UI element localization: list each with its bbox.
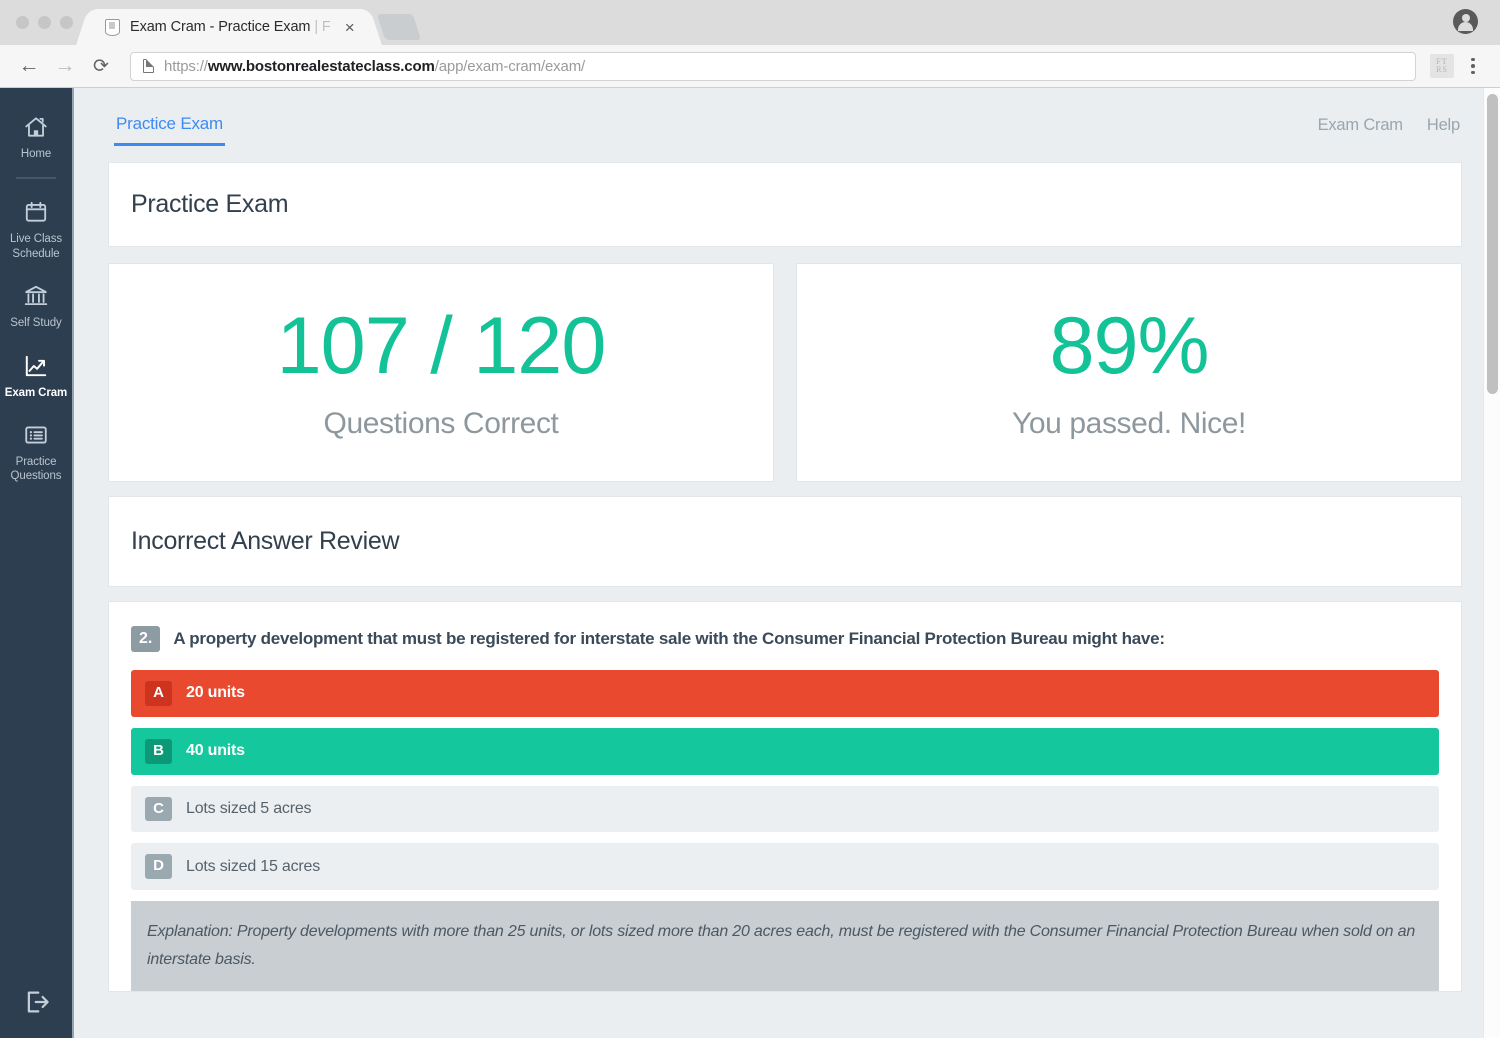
page-scrollbar[interactable] [1483, 88, 1500, 1038]
maximize-window-button[interactable] [60, 16, 73, 29]
answer-option-c[interactable]: C Lots sized 5 acres [131, 785, 1439, 833]
sidebar-item-label: Exam Cram [4, 386, 68, 399]
sidebar-item-exam-cram[interactable]: Exam Cram [0, 341, 73, 410]
nav-link-help[interactable]: Help [1427, 116, 1460, 135]
window-traffic-lights [16, 16, 73, 45]
scrollbar-thumb[interactable] [1487, 94, 1498, 394]
app-sidebar: Home Live Class Schedule Self Study Exam… [0, 88, 74, 1038]
stat-value: 107 / 120 [276, 301, 607, 391]
question-text: A property development that must be regi… [173, 629, 1165, 648]
chart-up-icon [23, 353, 49, 379]
browser-toolbar: ← → ⟳ https://www.bostonrealestateclass.… [0, 45, 1500, 88]
logout-button[interactable] [0, 987, 74, 1022]
page-title: Practice Exam [131, 190, 289, 218]
stat-card-score-percent: 89% You passed. Nice! [796, 263, 1462, 482]
browser-tab-title: Exam Cram - Practice Exam | F [130, 19, 331, 35]
tab-practice-exam[interactable]: Practice Exam [114, 110, 225, 146]
close-tab-icon[interactable]: × [341, 19, 359, 36]
new-tab-button[interactable] [376, 14, 421, 40]
question-header: 2. A property development that must be r… [131, 626, 1439, 652]
home-icon [23, 114, 49, 140]
minimize-window-button[interactable] [38, 16, 51, 29]
top-nav-links: Exam Cram Help [1318, 110, 1461, 135]
stat-label: Questions Correct [323, 407, 559, 440]
sidebar-divider [16, 177, 56, 180]
sidebar-item-live-class-schedule[interactable]: Live Class Schedule [0, 187, 73, 271]
page-viewport: Home Live Class Schedule Self Study Exam… [0, 88, 1500, 1038]
page-info-icon[interactable] [143, 58, 155, 73]
sidebar-item-practice-questions[interactable]: Practice Questions [0, 410, 73, 494]
nav-link-exam-cram[interactable]: Exam Cram [1318, 116, 1403, 135]
browser-window: Exam Cram - Practice Exam | F × ← → ⟳ ht… [0, 0, 1500, 1038]
answer-option-d[interactable]: D Lots sized 15 acres [131, 843, 1439, 890]
list-icon [23, 422, 49, 448]
browser-menu-icon[interactable] [1460, 57, 1486, 75]
answer-letter-badge: A [145, 681, 172, 706]
sidebar-item-home[interactable]: Home [0, 102, 73, 171]
answer-letter-badge: C [145, 796, 172, 822]
incorrect-answer-review-card: Incorrect Answer Review [108, 496, 1462, 587]
logout-icon [22, 987, 52, 1022]
sidebar-item-label: Home [20, 148, 52, 160]
question-card: 2. A property development that must be r… [108, 601, 1462, 993]
answer-option-label: 20 units [186, 684, 245, 702]
back-button[interactable]: ← [14, 51, 44, 81]
bank-icon [23, 283, 49, 309]
content-header-row: Practice Exam Exam Cram Help [108, 110, 1462, 146]
browser-tabstrip: Exam Cram - Practice Exam | F × [0, 0, 1500, 45]
forward-button[interactable]: → [50, 51, 80, 81]
profile-avatar-icon[interactable] [1453, 9, 1478, 34]
answer-letter-badge: B [145, 738, 172, 764]
answer-option-b[interactable]: B 40 units [131, 727, 1439, 775]
answer-options-list: A 20 units B 40 units C Lots sized 5 acr… [131, 670, 1439, 890]
shield-favicon [105, 18, 120, 36]
calendar-icon [23, 199, 49, 225]
address-bar-url: https://www.bostonrealestateclass.com/ap… [164, 57, 586, 75]
explanation-text: Explanation: Property developments with … [147, 923, 1416, 968]
stats-row: 107 / 120 Questions Correct 89% You pass… [108, 263, 1462, 482]
reload-button[interactable]: ⟳ [86, 51, 116, 81]
sidebar-item-label: Practice Questions [10, 455, 62, 483]
answer-option-a[interactable]: A 20 units [131, 670, 1439, 717]
main-content: Practice Exam Exam Cram Help Practice Ex… [74, 88, 1500, 1038]
stat-card-questions-correct: 107 / 120 Questions Correct [108, 263, 774, 482]
address-bar[interactable]: https://www.bostonrealestateclass.com/ap… [130, 51, 1416, 81]
page-title-card: Practice Exam [108, 162, 1462, 247]
stat-value: 89% [1049, 301, 1209, 391]
answer-option-label: Lots sized 15 acres [186, 857, 321, 875]
section-title: Incorrect Answer Review [131, 527, 400, 555]
question-number: 2. [131, 626, 161, 652]
browser-tab[interactable]: Exam Cram - Practice Exam | F × [89, 9, 369, 45]
sidebar-item-label: Self Study [10, 317, 62, 330]
sidebar-item-self-study[interactable]: Self Study [0, 271, 73, 340]
answer-option-label: 40 units [186, 742, 245, 760]
sidebar-item-label: Live Class Schedule [9, 233, 63, 260]
answer-letter-badge: D [145, 854, 172, 879]
stat-label: You passed. Nice! [1012, 407, 1246, 440]
answer-option-label: Lots sized 5 acres [186, 799, 312, 817]
close-window-button[interactable] [16, 16, 29, 29]
extension-icon[interactable]: FT RS [1430, 54, 1454, 78]
answer-explanation: Explanation: Property developments with … [131, 901, 1439, 992]
